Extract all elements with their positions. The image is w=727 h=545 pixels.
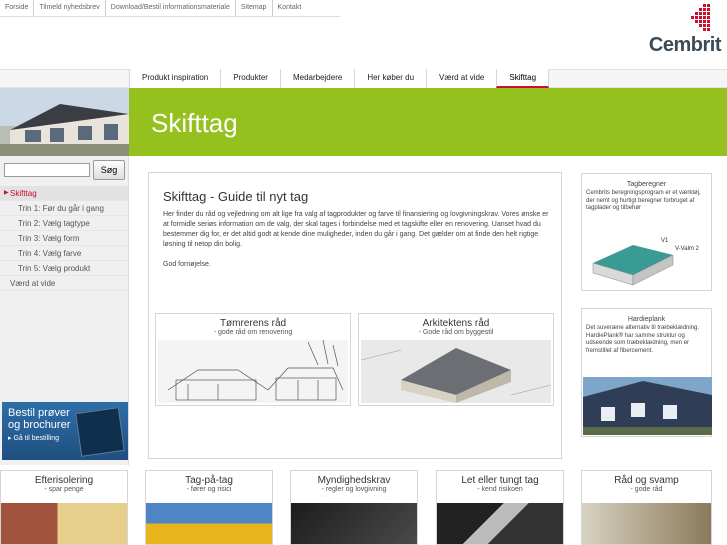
page-title: Skifttag	[151, 108, 238, 138]
card-subtitle: - spar penge	[44, 486, 84, 493]
order-title-line1: Bestil prøver	[8, 407, 70, 419]
model-house-illustration	[361, 340, 551, 403]
nav-vaerd-at-vide[interactable]: Værd at vide	[426, 69, 497, 88]
card-title: Let eller tungt tag	[461, 475, 539, 486]
panel-hardieplank[interactable]: Hardieplank Det suveræne alternativ til …	[581, 308, 712, 437]
card-title: Myndighedskrav	[317, 475, 391, 486]
house-siding-image	[583, 377, 712, 435]
sidebar-item-label: Skifttag	[10, 189, 37, 198]
search-button[interactable]: Søg	[93, 160, 125, 180]
insulation-image	[1, 503, 127, 544]
tiles-image	[437, 503, 563, 544]
logo-text: Cembrit	[648, 34, 722, 56]
toplink-forside[interactable]: Forside	[0, 0, 35, 16]
roof-detail-image	[291, 503, 417, 544]
card-myndighedskrav[interactable]: Myndighedskrav - regler og lovgivning	[290, 470, 418, 545]
order-title-line2: og brochurer	[8, 419, 71, 431]
card-efterisolering[interactable]: Efterisolering - spar penge	[0, 470, 128, 545]
card-tomrerens-raad[interactable]: Tømrerens råd - gode råd om renovering	[155, 313, 351, 406]
sidebar-item-trin5[interactable]: Trin 5: Vælg produkt	[0, 261, 128, 276]
worker-image	[146, 503, 272, 544]
brochure-image	[75, 407, 125, 457]
sidebar-item-skifttag[interactable]: ▶ Skifttag	[0, 186, 128, 201]
nav-produkter[interactable]: Produkter	[220, 69, 280, 88]
card-title: Tag-på-tag	[185, 475, 233, 486]
main-nav: Produkt inspiration Produkter Medarbejde…	[129, 69, 550, 88]
nav-skifttag[interactable]: Skifttag	[496, 69, 550, 88]
panel-text: Det suveræne alternativ til træbeklædnin…	[586, 325, 700, 354]
sidebar-item-trin1[interactable]: Trin 1: Før du går i gang	[0, 201, 128, 216]
side-menu: ▶ Skifttag Trin 1: Før du går i gang Tri…	[0, 186, 128, 291]
toplink-newsletter[interactable]: Tilmeld nyhedsbrev	[34, 0, 106, 16]
card-subtitle: - kend risikoen	[477, 486, 523, 493]
divider	[0, 16, 340, 17]
panel-tagberegner[interactable]: Tagberegner Cembrits beregningsprogram e…	[581, 173, 712, 291]
house-illustration	[0, 88, 129, 156]
search-input[interactable]	[4, 163, 90, 177]
roof-label-v1: V1	[661, 238, 669, 244]
panel-title: Tagberegner	[626, 181, 667, 188]
top-links: Forside Tilmeld nyhedsbrev Download/Best…	[0, 0, 306, 16]
card-let-eller-tungt-tag[interactable]: Let eller tungt tag - kend risikoen	[436, 470, 564, 545]
sidebar-item-trin4[interactable]: Trin 4: Vælg farve	[0, 246, 128, 261]
card-subtitle: - gode råd	[630, 486, 663, 493]
toplink-sitemap[interactable]: Sitemap	[236, 0, 273, 16]
nav-produkt-inspiration[interactable]: Produkt inspiration	[129, 69, 221, 88]
house-photo	[0, 88, 129, 156]
sidebar-item-trin2[interactable]: Trin 2: Vælg tagtype	[0, 216, 128, 231]
cembrit-logo[interactable]: Cembrit	[637, 4, 722, 56]
card-raad-og-svamp[interactable]: Råd og svamp - gode råd	[581, 470, 712, 545]
card-arkitektens-raad[interactable]: Arkitektens råd - Gode råd om byggestil	[358, 313, 554, 406]
content-greeting: God fornøjelse.	[163, 261, 211, 268]
house-sketch-illustration	[158, 340, 348, 403]
card-subtitle: - fører og risici	[186, 486, 232, 493]
sketch-image	[158, 340, 348, 403]
fungus-image	[582, 503, 711, 544]
sidebar-item-vaerd-at-vide[interactable]: Værd at vide	[0, 276, 128, 291]
card-tag-paa-tag[interactable]: Tag-på-tag - fører og risici	[145, 470, 273, 545]
card-title: Råd og svamp	[614, 475, 679, 486]
roof-diagram: V1 V-Valm 2	[592, 238, 700, 286]
toplink-download[interactable]: Download/Bestil informationsmateriale	[106, 0, 236, 16]
content-title: Skifttag - Guide til nyt tag	[163, 189, 309, 204]
panel-title: Hardieplank	[627, 316, 666, 323]
page-banner: Skifttag	[129, 88, 727, 156]
arrow-right-icon: ▶	[4, 190, 9, 196]
card-title: Tømrerens råd	[219, 318, 287, 329]
card-subtitle: - Gode råd om byggestil	[418, 329, 494, 336]
card-title: Efterisolering	[34, 475, 94, 486]
panel-text: Cembrits beregningsprogram er et værktøj…	[586, 190, 701, 211]
card-subtitle: - gode råd om renovering	[213, 329, 293, 336]
order-brochures-banner[interactable]: Bestil prøver og brochurer ▸ Gå til best…	[2, 402, 128, 460]
content-body: Her finder du råd og vejledning om alt l…	[163, 211, 549, 248]
order-link[interactable]: ▸ Gå til bestilling	[8, 434, 59, 442]
card-subtitle: - regler og lovgivning	[321, 486, 387, 493]
card-title: Arkitektens råd	[422, 318, 490, 329]
model-house-image	[361, 340, 551, 403]
sidebar-item-trin3[interactable]: Trin 3: Vælg form	[0, 231, 128, 246]
nav-her-kober-du[interactable]: Her køber du	[354, 69, 427, 88]
toplink-kontakt[interactable]: Kontakt	[273, 0, 307, 16]
roof-label-valm: V-Valm 2	[675, 246, 700, 252]
nav-medarbejdere[interactable]: Medarbejdere	[279, 69, 355, 88]
logo-mark-icon	[691, 4, 710, 31]
